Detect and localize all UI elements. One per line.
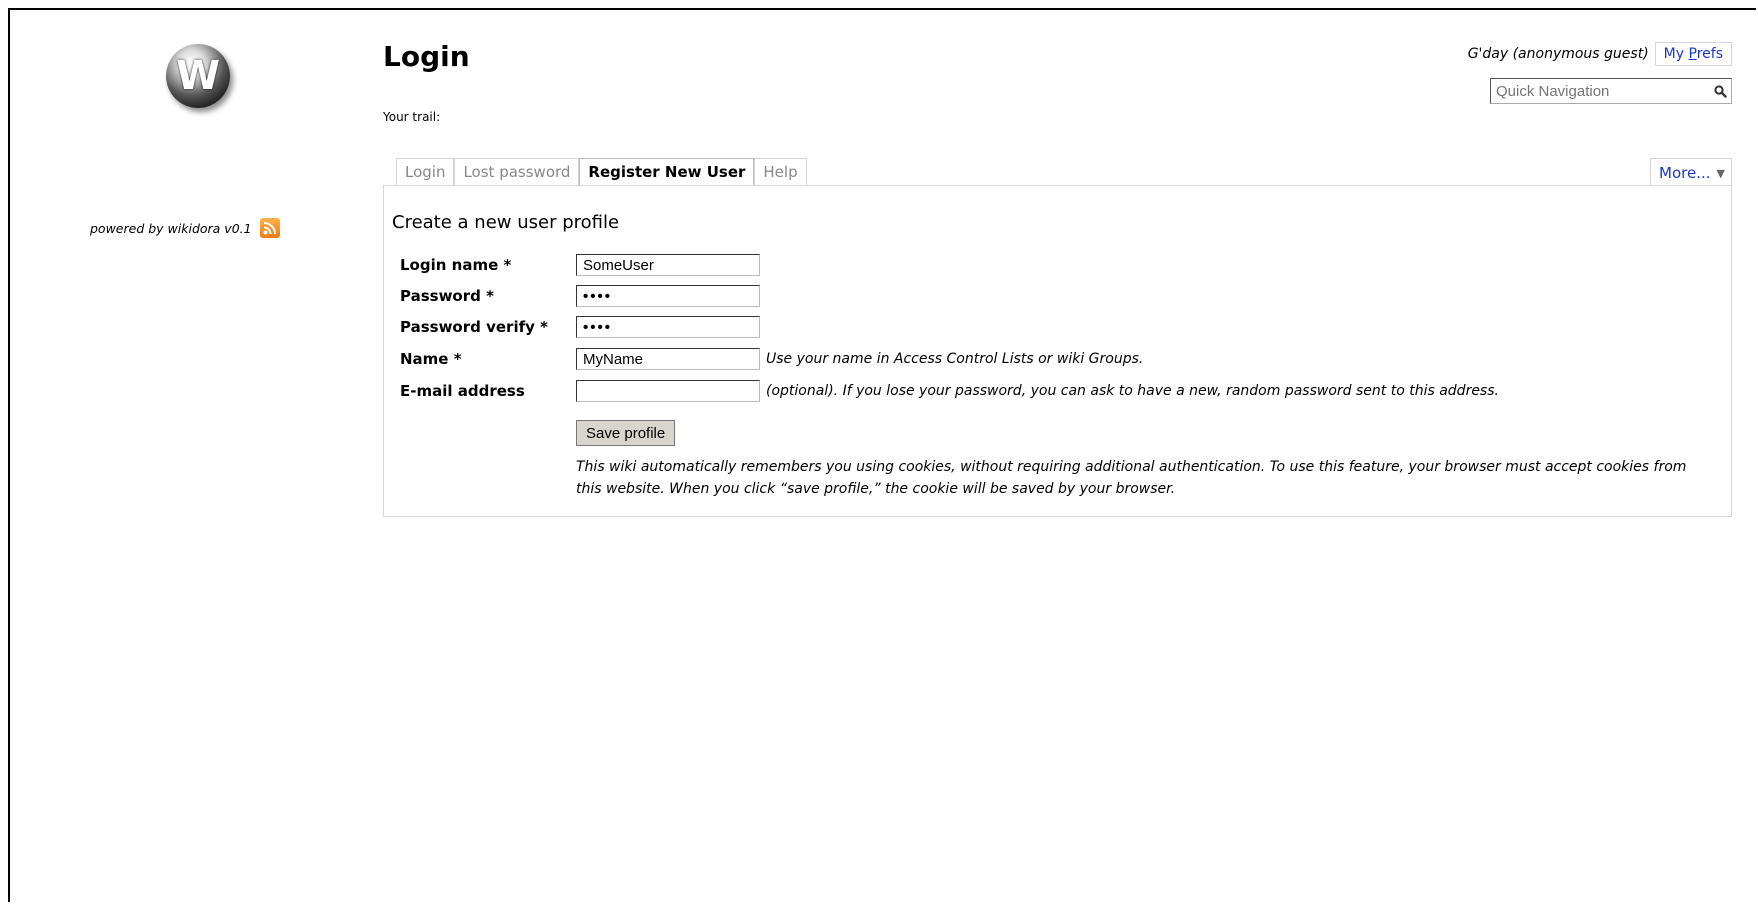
login-name-label: Login name * <box>400 256 512 274</box>
row-name: Name * Use your name in Access Control L… <box>400 346 1143 372</box>
prefs-prefix: My <box>1663 46 1689 62</box>
row-email: E-mail address (optional). If you lose y… <box>400 378 1499 404</box>
row-login-name: Login name * <box>400 252 760 278</box>
email-input[interactable] <box>576 380 760 402</box>
email-hint: (optional). If you lose your password, y… <box>766 383 1499 399</box>
tab-bar: Login Lost password Register New User He… <box>396 158 807 186</box>
more-label: More... <box>1659 164 1711 182</box>
cookie-note: This wiki automatically remembers you us… <box>576 459 1687 497</box>
greeting-text: G'day (anonymous guest) <box>1467 46 1649 62</box>
row-password: Password * <box>400 283 760 309</box>
tab-lost-password[interactable]: Lost password <box>454 158 580 186</box>
email-label: E-mail address <box>400 382 525 400</box>
name-hint: Use your name in Access Control Lists or… <box>766 351 1144 367</box>
rss-feed-icon[interactable] <box>259 218 280 238</box>
save-profile-button[interactable]: Save profile <box>576 420 676 446</box>
search-icon[interactable] <box>1709 84 1731 98</box>
password-verify-label: Password verify * <box>400 318 548 336</box>
powered-by: powered by wikidora v0.1 <box>90 218 280 238</box>
wikidora-logo[interactable]: W <box>166 44 230 108</box>
row-password-verify: Password verify * <box>400 314 760 340</box>
password-label: Password * <box>400 287 494 305</box>
register-form-panel: Create a new user profile Login name * P… <box>383 185 1732 517</box>
quick-navigation-input[interactable] <box>1491 82 1709 100</box>
logo-letter: W <box>175 53 221 99</box>
name-label: Name * <box>400 350 462 368</box>
tab-login[interactable]: Login <box>396 158 455 186</box>
prefs-accesskey: P <box>1688 46 1697 62</box>
name-input[interactable] <box>576 348 760 370</box>
page-title: Login <box>383 40 470 73</box>
password-verify-input[interactable] <box>576 316 760 338</box>
my-prefs-link[interactable]: My Prefs <box>1654 42 1732 66</box>
trail-label: Your trail: <box>383 110 441 124</box>
powered-by-text: powered by wikidora v0.1 <box>90 220 252 236</box>
more-menu-button[interactable]: More... ▼ <box>1650 158 1732 186</box>
chevron-down-icon: ▼ <box>1716 166 1725 180</box>
user-area: G'day (anonymous guest) My Prefs <box>1468 42 1732 66</box>
tab-register-new-user[interactable]: Register New User <box>579 158 755 186</box>
quick-navigation <box>1490 78 1732 104</box>
tab-help[interactable]: Help <box>754 158 807 186</box>
password-input[interactable] <box>576 285 760 307</box>
login-name-input[interactable] <box>576 254 760 276</box>
prefs-suffix: refs <box>1696 46 1723 62</box>
form-title: Create a new user profile <box>392 212 620 233</box>
